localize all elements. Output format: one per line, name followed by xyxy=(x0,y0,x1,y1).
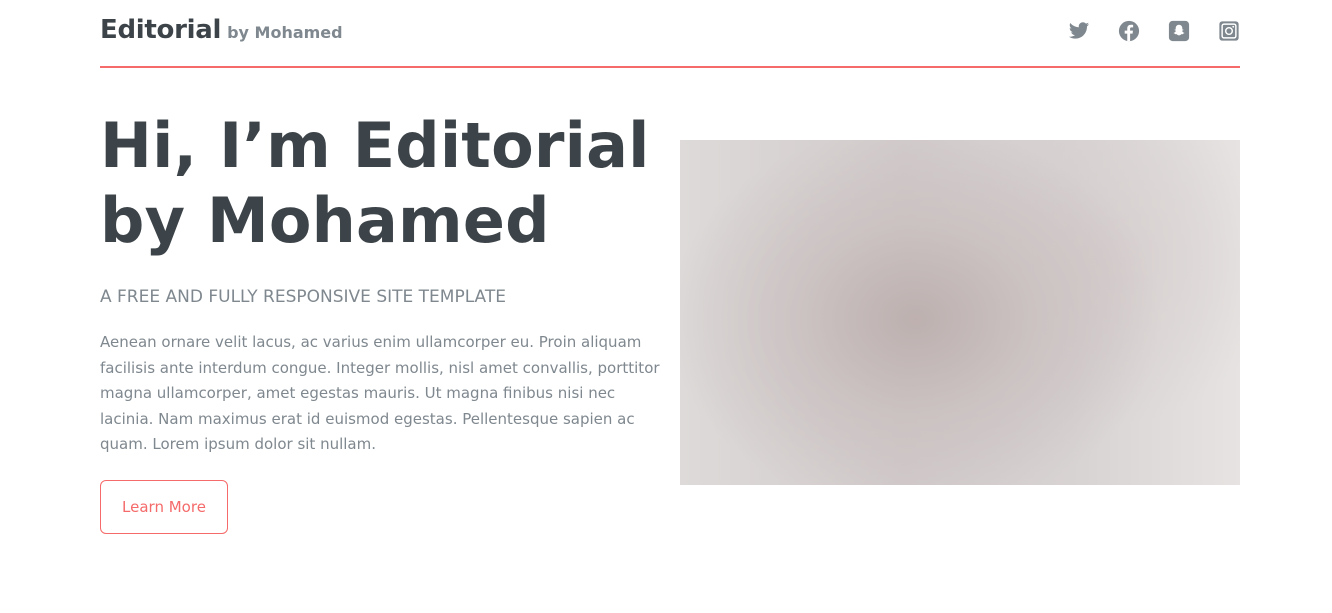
banner-description: Aenean ornare velit lacus, ac varius eni… xyxy=(100,330,660,458)
description-line: quam. Lorem ipsum dolor sit nullam. xyxy=(100,435,377,453)
description-line: Aenean ornare velit lacus, ac varius eni… xyxy=(100,333,642,351)
logo-byline: by Mohamed xyxy=(227,23,343,42)
banner-headline: Hi, I’m Editorial by Mohamed xyxy=(100,108,660,258)
headline-line-1: Hi, I’m Editorial xyxy=(100,109,650,182)
description-line: facilisis ante interdum congue. Integer … xyxy=(100,358,660,377)
site-logo[interactable]: Editorial by Mohamed xyxy=(100,15,343,45)
description-line: lacinia. Nam maximus erat id euismod ege… xyxy=(100,409,635,428)
twitter-icon[interactable] xyxy=(1068,20,1090,42)
logo-title: Editorial xyxy=(100,15,222,45)
instagram-icon[interactable] xyxy=(1218,20,1240,42)
snapchat-icon[interactable] xyxy=(1168,20,1190,42)
description-line: magna ullamcorper, amet egestas mauris. … xyxy=(100,384,616,402)
learn-more-button[interactable]: Learn More xyxy=(100,480,228,534)
facebook-icon[interactable] xyxy=(1118,20,1140,42)
banner-image xyxy=(680,140,1240,485)
headline-line-2: by Mohamed xyxy=(100,184,550,257)
banner-subtitle: A FREE AND FULLY RESPONSIVE SITE TEMPLAT… xyxy=(100,287,506,307)
site-header: Editorial by Mohamed xyxy=(100,0,1240,68)
social-icons xyxy=(1068,20,1240,42)
